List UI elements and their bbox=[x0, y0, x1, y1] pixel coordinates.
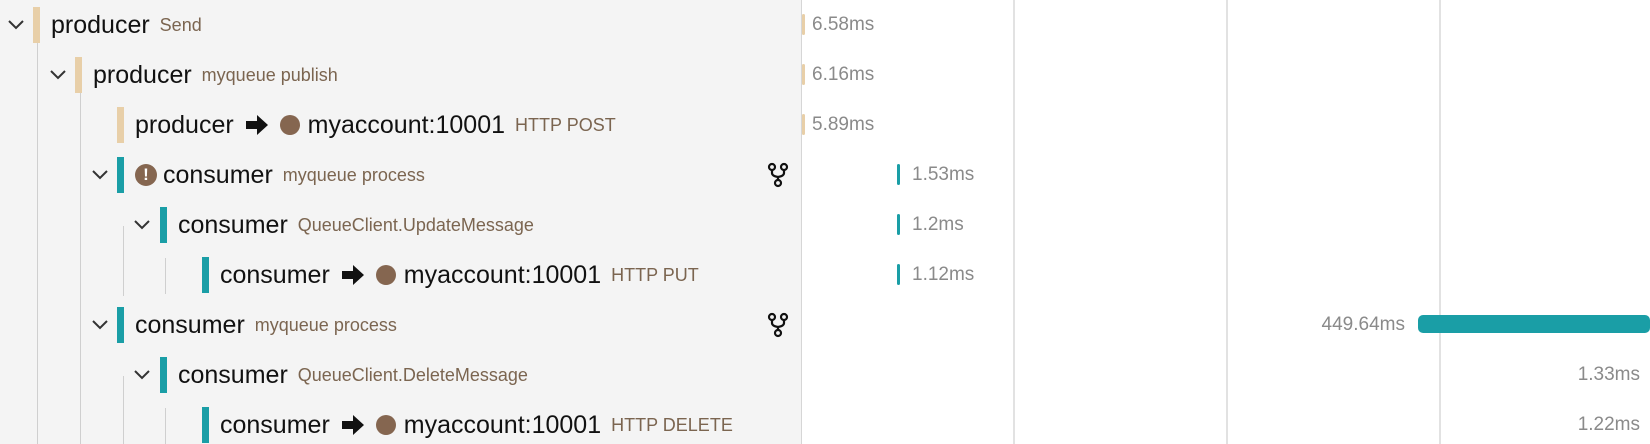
circle-icon bbox=[375, 415, 396, 435]
span-duration-label: 449.64ms bbox=[1321, 314, 1405, 335]
operation-name: myqueue process bbox=[282, 164, 425, 185]
span-duration-bar[interactable] bbox=[1418, 315, 1650, 333]
arrow-right-icon bbox=[341, 265, 364, 285]
arrow-right-icon bbox=[341, 415, 364, 435]
arrow-right-icon bbox=[245, 115, 268, 135]
fork-icon[interactable] bbox=[767, 162, 789, 188]
operation-name: QueueClient.UpdateMessage bbox=[297, 214, 534, 235]
error-icon: ! bbox=[135, 164, 157, 186]
service-name: consumer bbox=[220, 260, 330, 289]
service-color-bar bbox=[75, 57, 82, 93]
service-color-bar bbox=[160, 357, 167, 393]
span-duration-tick bbox=[897, 264, 900, 285]
span-label[interactable]: ! consumer myqueue process bbox=[135, 150, 425, 200]
span-label[interactable]: consumer myaccount:10001 HTTP PUT bbox=[220, 250, 699, 300]
span-duration-tick bbox=[802, 64, 805, 85]
chevron-down-icon[interactable] bbox=[46, 63, 70, 87]
service-name: producer bbox=[135, 110, 234, 139]
service-color-bar bbox=[117, 307, 124, 343]
chevron-down-icon[interactable] bbox=[88, 163, 112, 187]
span-duration-label: 1.33ms bbox=[1577, 364, 1640, 385]
span-row[interactable]: consumer QueueClient.DeleteMessage 1.33ms bbox=[0, 350, 1650, 400]
service-name: consumer bbox=[220, 410, 330, 439]
chevron-down-icon[interactable] bbox=[130, 213, 154, 237]
operation-name: QueueClient.DeleteMessage bbox=[297, 364, 528, 385]
span-duration-label: 1.2ms bbox=[912, 214, 964, 235]
span-label[interactable]: consumer myaccount:10001 HTTP DELETE bbox=[220, 400, 733, 444]
span-row[interactable]: producer myaccount:10001 HTTP POST 5.89ms bbox=[0, 100, 1650, 150]
span-row[interactable]: consumer QueueClient.UpdateMessage 1.2ms bbox=[0, 200, 1650, 250]
operation-name: HTTP PUT bbox=[611, 264, 699, 285]
span-label[interactable]: consumer QueueClient.DeleteMessage bbox=[178, 350, 528, 400]
span-label[interactable]: producer myaccount:10001 HTTP POST bbox=[135, 100, 616, 150]
span-row[interactable]: producer myqueue publish 6.16ms bbox=[0, 50, 1650, 100]
span-duration-tick bbox=[897, 164, 900, 185]
span-duration-tick bbox=[802, 114, 805, 135]
span-row[interactable]: consumer myaccount:10001 HTTP PUT 1.12ms bbox=[0, 250, 1650, 300]
service-color-bar bbox=[202, 407, 209, 443]
span-row[interactable]: producer Send 6.58ms bbox=[0, 0, 1650, 50]
operation-name: myqueue process bbox=[254, 314, 397, 335]
operation-name: Send bbox=[159, 14, 202, 35]
span-row[interactable]: consumer myqueue process 449.64ms bbox=[0, 300, 1650, 350]
service-color-bar bbox=[160, 207, 167, 243]
chevron-down-icon[interactable] bbox=[130, 363, 154, 387]
span-label[interactable]: producer Send bbox=[51, 0, 202, 50]
span-duration-label: 6.58ms bbox=[812, 14, 875, 35]
service-color-bar bbox=[117, 107, 124, 143]
span-duration-label: 5.89ms bbox=[812, 114, 875, 135]
chevron-down-icon[interactable] bbox=[4, 13, 28, 37]
service-name: consumer bbox=[178, 360, 288, 389]
service-name: consumer bbox=[135, 310, 245, 339]
chevron-down-icon[interactable] bbox=[88, 313, 112, 337]
target-name: myaccount:10001 bbox=[403, 260, 602, 289]
span-duration-tick bbox=[897, 214, 900, 235]
circle-icon bbox=[375, 265, 396, 285]
service-name: consumer bbox=[178, 210, 288, 239]
span-duration-label: 1.22ms bbox=[1577, 414, 1640, 435]
span-duration-tick bbox=[802, 14, 805, 35]
span-label[interactable]: consumer myqueue process bbox=[135, 300, 397, 350]
span-duration-label: 6.16ms bbox=[812, 64, 875, 85]
operation-name: HTTP POST bbox=[515, 114, 616, 135]
span-row[interactable]: ! consumer myqueue process 1.53ms bbox=[0, 150, 1650, 200]
span-label[interactable]: producer myqueue publish bbox=[93, 50, 338, 100]
operation-name: HTTP DELETE bbox=[611, 414, 733, 435]
span-duration-label: 1.53ms bbox=[912, 164, 975, 185]
span-label[interactable]: consumer QueueClient.UpdateMessage bbox=[178, 200, 534, 250]
target-name: myaccount:10001 bbox=[403, 410, 602, 439]
service-name: consumer bbox=[163, 160, 273, 189]
service-name: producer bbox=[93, 60, 192, 89]
service-color-bar bbox=[202, 257, 209, 293]
span-duration-label: 1.12ms bbox=[912, 264, 975, 285]
service-name: producer bbox=[51, 10, 150, 39]
span-row[interactable]: consumer myaccount:10001 HTTP DELETE 1.22ms bbox=[0, 400, 1650, 444]
target-name: myaccount:10001 bbox=[307, 110, 506, 139]
operation-name: myqueue publish bbox=[201, 64, 338, 85]
fork-icon[interactable] bbox=[767, 312, 789, 338]
service-color-bar bbox=[117, 157, 124, 193]
circle-icon bbox=[279, 115, 300, 135]
service-color-bar bbox=[33, 7, 40, 43]
